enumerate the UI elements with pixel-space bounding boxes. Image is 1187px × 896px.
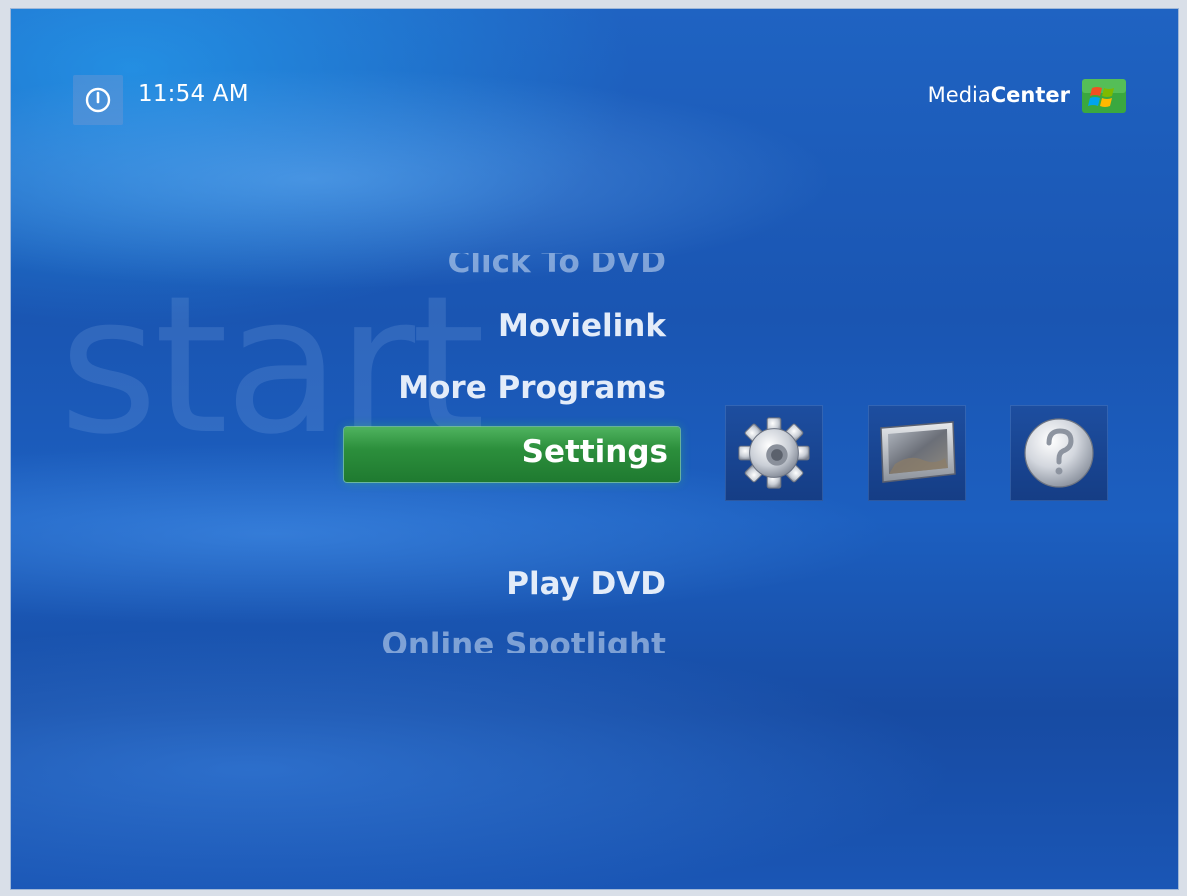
menu-item-movielink[interactable]: Movielink bbox=[498, 308, 666, 344]
clock-time: 11:54 AM bbox=[138, 81, 249, 107]
power-button[interactable] bbox=[73, 75, 123, 125]
media-center-brand: MediaCenter bbox=[928, 83, 1070, 107]
menu-item-more-programs[interactable]: More Programs bbox=[398, 370, 666, 406]
windows-logo-icon bbox=[1082, 79, 1126, 113]
menu-item-online-spotlight[interactable]: Online Spotlight bbox=[381, 627, 666, 653]
menu-item-click-to-dvd[interactable]: Click To DVD bbox=[448, 253, 666, 280]
monitor-display-icon bbox=[880, 421, 956, 483]
settings-general-tile[interactable] bbox=[725, 405, 823, 501]
media-center-window: 11:54 AM MediaCenter start Click To DVD … bbox=[10, 8, 1179, 890]
power-icon bbox=[85, 87, 111, 113]
help-question-icon bbox=[1024, 418, 1094, 488]
display-settings-tile[interactable] bbox=[868, 405, 966, 501]
brand-text-center: Center bbox=[990, 83, 1070, 107]
settings-gear-icon bbox=[738, 417, 810, 489]
menu-item-settings-selected[interactable]: Settings bbox=[344, 427, 680, 482]
menu-item-play-dvd[interactable]: Play DVD bbox=[506, 566, 666, 602]
help-tile[interactable] bbox=[1010, 405, 1108, 501]
brand-text-media: Media bbox=[927, 83, 991, 107]
menu-item-settings-label: Settings bbox=[521, 434, 668, 470]
